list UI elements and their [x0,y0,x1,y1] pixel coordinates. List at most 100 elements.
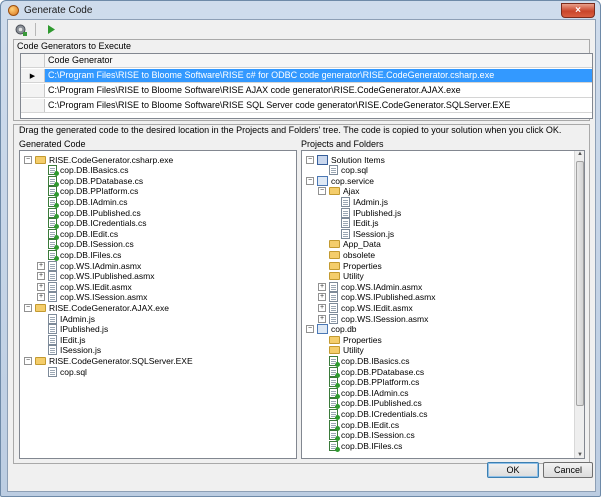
tree-item[interactable]: cop.DB.PDatabase.cs [37,175,144,187]
tree-item[interactable]: − Solution Items [306,154,385,165]
tree-item[interactable]: + cop.WS.IEdit.asmx [37,281,132,292]
csharp-file-icon [48,196,59,208]
tree-item[interactable]: cop.DB.IPublished.cs [37,207,141,219]
collapse-icon[interactable]: − [318,187,326,196]
expand-icon[interactable]: + [318,282,326,291]
collapse-icon[interactable]: − [24,356,32,365]
projects-scrollbar[interactable]: ▲ ▼ [574,151,584,458]
expand-icon[interactable]: + [37,293,45,302]
tree-item[interactable]: cop.DB.IFiles.cs [37,249,121,261]
tree-item-label: cop.DB.IAdmin.cs [60,196,128,207]
tree-item[interactable]: Utility [318,345,364,356]
generated-code-title: Generated Code [19,139,86,149]
tree-item[interactable]: + cop.WS.IPublished.asmx [37,271,154,282]
tree-item[interactable]: − RISE.CodeGenerator.AJAX.exe [24,302,169,313]
generated-code-tree[interactable]: − RISE.CodeGenerator.csharp.exe cop.DB.IBa… [19,150,297,459]
collapse-icon[interactable]: − [24,155,32,164]
tree-item[interactable]: Properties [318,334,382,345]
collapse-icon[interactable]: − [24,303,32,312]
tree-item[interactable]: IAdmin.js [330,196,388,207]
tree-item[interactable]: IAdmin.js [37,313,95,324]
play-icon[interactable] [44,23,57,36]
tree-item[interactable]: App_Data [318,239,381,250]
tree-item-label: cop.DB.ICredentials.cs [60,218,147,229]
tree-item-label: cop.DB.IBasics.cs [341,355,410,366]
code-generators-grid[interactable]: Code Generator ▶ C:\Program Files\RISE t… [20,53,593,119]
table-row[interactable]: C:\Program Files\RISE to Bloome Software… [21,99,592,113]
close-button[interactable]: × [561,3,595,18]
tree-item[interactable]: cop.DB.IFiles.cs [318,440,402,452]
toolbar-separator [35,22,36,36]
scroll-up-icon[interactable]: ▲ [576,151,584,157]
projects-tree[interactable]: ▲ ▼ − Solution Items cop.sql − cop.service − A… [301,150,585,459]
tree-item[interactable]: cop.sql [318,165,368,176]
tree-item-label: cop.DB.PDatabase.cs [341,366,425,377]
tree-item[interactable]: cop.DB.IEdit.cs [37,228,118,240]
tree-item[interactable]: cop.DB.IEdit.cs [318,419,400,431]
tree-item[interactable]: IPublished.js [37,324,108,335]
expand-icon[interactable]: + [318,303,326,312]
cancel-button[interactable]: Cancel [543,462,593,478]
csharp-file-icon [48,228,59,240]
tree-item-label: cop.DB.PDatabase.cs [60,175,144,186]
table-row[interactable]: ▶ C:\Program Files\RISE to Bloome Softwa… [21,69,592,83]
collapse-icon[interactable]: − [306,176,314,185]
gear-icon[interactable] [14,23,27,36]
tree-item-label: cop.DB.IEdit.cs [341,419,400,430]
tree-item[interactable]: Utility [318,271,364,282]
tree-item[interactable]: cop.DB.ISession.cs [37,239,134,251]
table-row[interactable]: C:\Program Files\RISE to Bloome Software… [21,84,592,98]
scroll-down-icon[interactable]: ▼ [576,452,584,458]
tree-item[interactable]: cop.DB.IAdmin.cs [37,196,128,208]
expand-icon[interactable]: + [37,261,45,270]
tree-item[interactable]: + cop.WS.IPublished.asmx [318,292,435,303]
tree-item[interactable]: Properties [318,260,382,271]
tree-item[interactable]: − Ajax [318,186,360,197]
tree-item-label: cop.WS.ISession.asmx [60,292,148,303]
tree-item[interactable]: − RISE.CodeGenerator.SQLServer.EXE [24,355,193,366]
expand-icon[interactable]: + [318,293,326,302]
tree-item[interactable]: − RISE.CodeGenerator.csharp.exe [24,154,173,165]
tree-item[interactable]: + cop.WS.ISession.asmx [37,292,147,303]
tree-item[interactable]: cop.DB.ICredentials.cs [37,218,147,230]
tree-item-label: cop.DB.IBasics.cs [60,165,129,176]
tree-item[interactable]: + cop.WS.IEdit.asmx [318,302,413,313]
collapse-icon[interactable]: − [306,155,314,164]
tree-item[interactable]: cop.DB.PPlatform.cs [318,377,419,389]
tree-item[interactable]: ISession.js [330,228,394,239]
tree-item[interactable]: + cop.WS.ISession.asmx [318,313,428,324]
table-cell[interactable]: C:\Program Files\RISE to Bloome Software… [45,99,592,112]
tree-item[interactable]: + cop.WS.IAdmin.asmx [318,281,422,292]
file-icon [48,292,57,303]
tree-item[interactable]: cop.DB.IPublished.cs [318,398,422,410]
tree-item[interactable]: cop.DB.PPlatform.cs [37,186,138,198]
tree-item[interactable]: cop.sql [37,366,87,377]
file-icon [48,313,57,324]
tree-item[interactable]: IEdit.js [37,334,86,345]
tree-item[interactable]: − cop.service [306,175,374,186]
expand-icon[interactable]: + [37,282,45,291]
current-row-indicator-icon: ▶ [21,69,45,82]
tree-item[interactable]: cop.DB.ISession.cs [318,430,415,442]
ok-button[interactable]: OK [487,462,539,478]
tree-item[interactable]: IPublished.js [330,207,401,218]
expand-icon[interactable]: + [37,272,45,281]
column-header-code-generator[interactable]: Code Generator [45,54,592,67]
tree-item[interactable]: cop.DB.IBasics.cs [318,355,410,367]
tree-item-label: IEdit.js [60,334,86,345]
collapse-icon[interactable]: − [306,325,314,334]
table-cell[interactable]: C:\Program Files\RISE to Bloome Software… [45,84,592,97]
tree-item[interactable]: + cop.WS.IAdmin.asmx [37,260,141,271]
scroll-thumb[interactable] [576,161,584,406]
expand-icon[interactable]: + [318,314,326,323]
tree-item[interactable]: obsolete [318,249,375,260]
tree-item[interactable]: cop.DB.PDatabase.cs [318,366,425,378]
table-cell[interactable]: C:\Program Files\RISE to Bloome Software… [45,69,592,82]
tree-item[interactable]: cop.DB.IAdmin.cs [318,387,409,399]
tree-item[interactable]: cop.DB.IBasics.cs [37,165,129,177]
tree-item[interactable]: ISession.js [37,345,101,356]
tree-item[interactable]: cop.DB.ICredentials.cs [318,408,427,420]
tree-item[interactable]: − cop.db [306,324,357,335]
dialog-client: Code Generators to Execute Code Generato… [7,19,596,492]
tree-item[interactable]: IEdit.js [330,218,379,229]
